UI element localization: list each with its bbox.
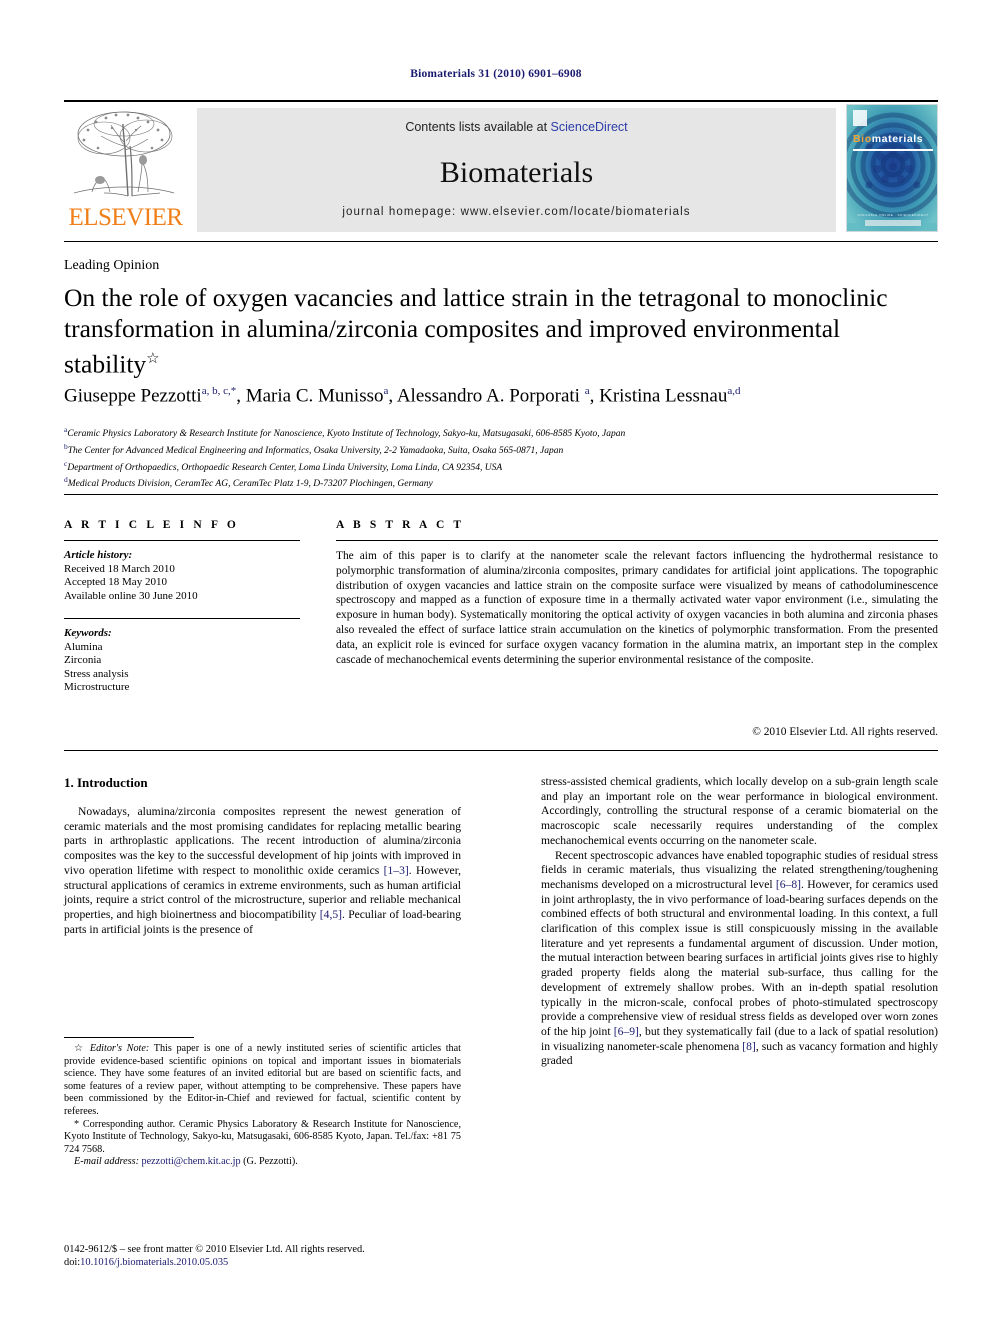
author-2[interactable]: Maria C. Munisso (246, 385, 384, 406)
article-section-label: Leading Opinion (64, 258, 160, 273)
running-head: Biomaterials 31 (2010) 6901–6908 (410, 68, 582, 80)
affiliation-d-text: Medical Products Division, CeramTec AG, … (67, 479, 433, 490)
sciencedirect-link[interactable]: ScienceDirect (551, 120, 628, 134)
author-list: Giuseppe Pezzottia, b, c,*, Maria C. Mun… (64, 385, 741, 407)
cover-title-bio: Bio (853, 133, 872, 145)
rule-under-abstract (64, 750, 938, 751)
masthead-top-rule (64, 100, 938, 102)
author-4-marks: a,d (727, 385, 741, 397)
author-1[interactable]: Giuseppe Pezzotti (64, 385, 202, 406)
cover-footer-text: AVAILABLE ONLINE · SCIENCEDIRECT (857, 213, 929, 217)
right-paragraph-1: stress-assisted chemical gradients, whic… (541, 775, 938, 847)
article-info-rule-top (64, 540, 300, 541)
email-label: E-mail address: (74, 1156, 139, 1168)
doi-line: doi:10.1016/j.biomaterials.2010.05.035 (64, 1256, 484, 1269)
intro-paragraph-1: Nowadays, alumina/zirconia composites re… (64, 805, 461, 937)
front-matter-block: 0142-9612/$ – see front matter © 2010 El… (64, 1243, 484, 1269)
contents-available-line: Contents lists available at ScienceDirec… (197, 120, 836, 134)
citation-ref-6-8[interactable]: [6–8] (776, 878, 801, 891)
journal-masthead: ELSEVIER Contents lists available at Sci… (64, 100, 938, 232)
article-info-rule-mid (64, 618, 300, 619)
section-heading-introduction: 1. Introduction (64, 775, 148, 790)
author-3-marks: a (584, 385, 590, 397)
rule-under-authors (64, 494, 938, 495)
email-link[interactable]: pezzotti@chem.kit.ac.jp (142, 1156, 241, 1167)
author-4[interactable]: Kristina Lessnau (599, 385, 727, 406)
body-column-right: stress-assisted chemical gradients, whic… (541, 775, 938, 1069)
rule-under-masthead (64, 241, 938, 242)
footnote-block: ☆ Editor's Note: This paper is one of a … (64, 1043, 461, 1169)
journal-title: Biomaterials (439, 156, 594, 189)
doi-prefix: doi: (64, 1257, 81, 1268)
issn-line: 0142-9612/$ – see front matter © 2010 El… (64, 1244, 365, 1255)
cover-underline (853, 149, 933, 151)
keywords-block: Keywords: Alumina Zirconia Stress analys… (64, 627, 129, 695)
journal-cover-thumbnail: Biomaterials AVAILABLE ONLINE · SCIENCED… (846, 104, 938, 232)
keywords-label: Keywords: (64, 627, 112, 639)
editors-note-text: This paper is one of a newly instituted … (64, 1043, 461, 1117)
cover-footer-bar (865, 220, 921, 226)
masthead-panel: Contents lists available at ScienceDirec… (197, 108, 836, 232)
keyword-item: Zirconia (64, 654, 102, 667)
doi-link[interactable]: 10.1016/j.biomaterials.2010.05.035 (80, 1257, 228, 1268)
email-attribution: (G. Pezzotti). (240, 1156, 298, 1168)
elsevier-logo: ELSEVIER (64, 108, 187, 232)
elsevier-tree-icon (68, 108, 180, 200)
citation-ref-1-3[interactable]: [1–3] (384, 864, 409, 877)
title-footnote-marker: ☆ (146, 351, 160, 367)
editors-note-marker: ☆ (74, 1043, 86, 1054)
affiliation-list: aCeramic Physics Laboratory & Research I… (64, 424, 944, 491)
paper-title-text: On the role of oxygen vacancies and latt… (64, 283, 888, 379)
abstract-heading: A B S T R A C T (336, 519, 465, 531)
history-accepted: Accepted 18 May 2010 (64, 576, 167, 589)
affiliation-d: dMedical Products Division, CeramTec AG,… (64, 474, 944, 491)
contents-prefix: Contents lists available at (405, 120, 551, 134)
author-3[interactable]: Alessandro A. Porporati (397, 385, 585, 406)
corresponding-author-note: * Corresponding author. Ceramic Physics … (64, 1119, 461, 1157)
elsevier-wordmark: ELSEVIER (68, 204, 183, 231)
citation-ref-4-5[interactable]: [4,5] (320, 908, 342, 921)
citation-ref-8[interactable]: [8] (742, 1040, 756, 1053)
affiliation-c: cDepartment of Orthopaedics, Orthopaedic… (64, 458, 944, 475)
abstract-text: The aim of this paper is to clarify at t… (336, 550, 938, 666)
cover-title-materials: materials (871, 133, 924, 145)
article-info-heading: A R T I C L E I N F O (64, 519, 239, 531)
keyword-item: Alumina (64, 640, 103, 653)
abstract-rule-top (336, 540, 938, 541)
affiliation-b-text: The Center for Advanced Medical Engineer… (67, 445, 564, 456)
right-paragraph-2: Recent spectroscopic advances have enabl… (541, 849, 938, 1070)
cover-title: Biomaterials (853, 133, 923, 145)
article-history-label: Article history: (64, 549, 133, 561)
journal-homepage-link[interactable]: journal homepage: www.elsevier.com/locat… (197, 206, 836, 218)
affiliation-a-text: Ceramic Physics Laboratory & Research In… (67, 429, 626, 440)
author-1-marks: a, b, c,* (201, 385, 237, 397)
history-online: Available online 30 June 2010 (64, 589, 198, 602)
right-p2-part-b: . However, for ceramics used in joint ar… (541, 877, 938, 1038)
editors-note: ☆ Editor's Note: This paper is one of a … (64, 1043, 461, 1119)
history-received: Received 18 March 2010 (64, 562, 175, 575)
email-note: E-mail address: pezzotti@chem.kit.ac.jp … (64, 1156, 461, 1169)
corresponding-text: Corresponding author. Ceramic Physics La… (64, 1118, 461, 1155)
keyword-item: Stress analysis (64, 667, 129, 680)
affiliation-a: aCeramic Physics Laboratory & Research I… (64, 424, 944, 441)
cover-elsevier-mark (853, 110, 867, 126)
page-title: On the role of oxygen vacancies and latt… (64, 282, 940, 380)
abstract-copyright: © 2010 Elsevier Ltd. All rights reserved… (752, 726, 938, 738)
keyword-item: Microstructure (64, 681, 130, 694)
affiliation-c-text: Department of Orthopaedics, Orthopaedic … (67, 462, 503, 473)
body-column-left: Nowadays, alumina/zirconia composites re… (64, 805, 461, 937)
article-history-block: Article history: Received 18 March 2010 … (64, 549, 198, 603)
footnote-separator-rule (64, 1037, 194, 1038)
paper-page: Biomaterials 31 (2010) 6901–6908 ELSEVIE… (0, 0, 992, 1323)
citation-ref-6-9[interactable]: [6–9] (614, 1025, 639, 1038)
author-2-marks: a (383, 385, 389, 397)
affiliation-b: bThe Center for Advanced Medical Enginee… (64, 441, 944, 458)
editors-note-label: Editor's Note: (89, 1043, 150, 1054)
